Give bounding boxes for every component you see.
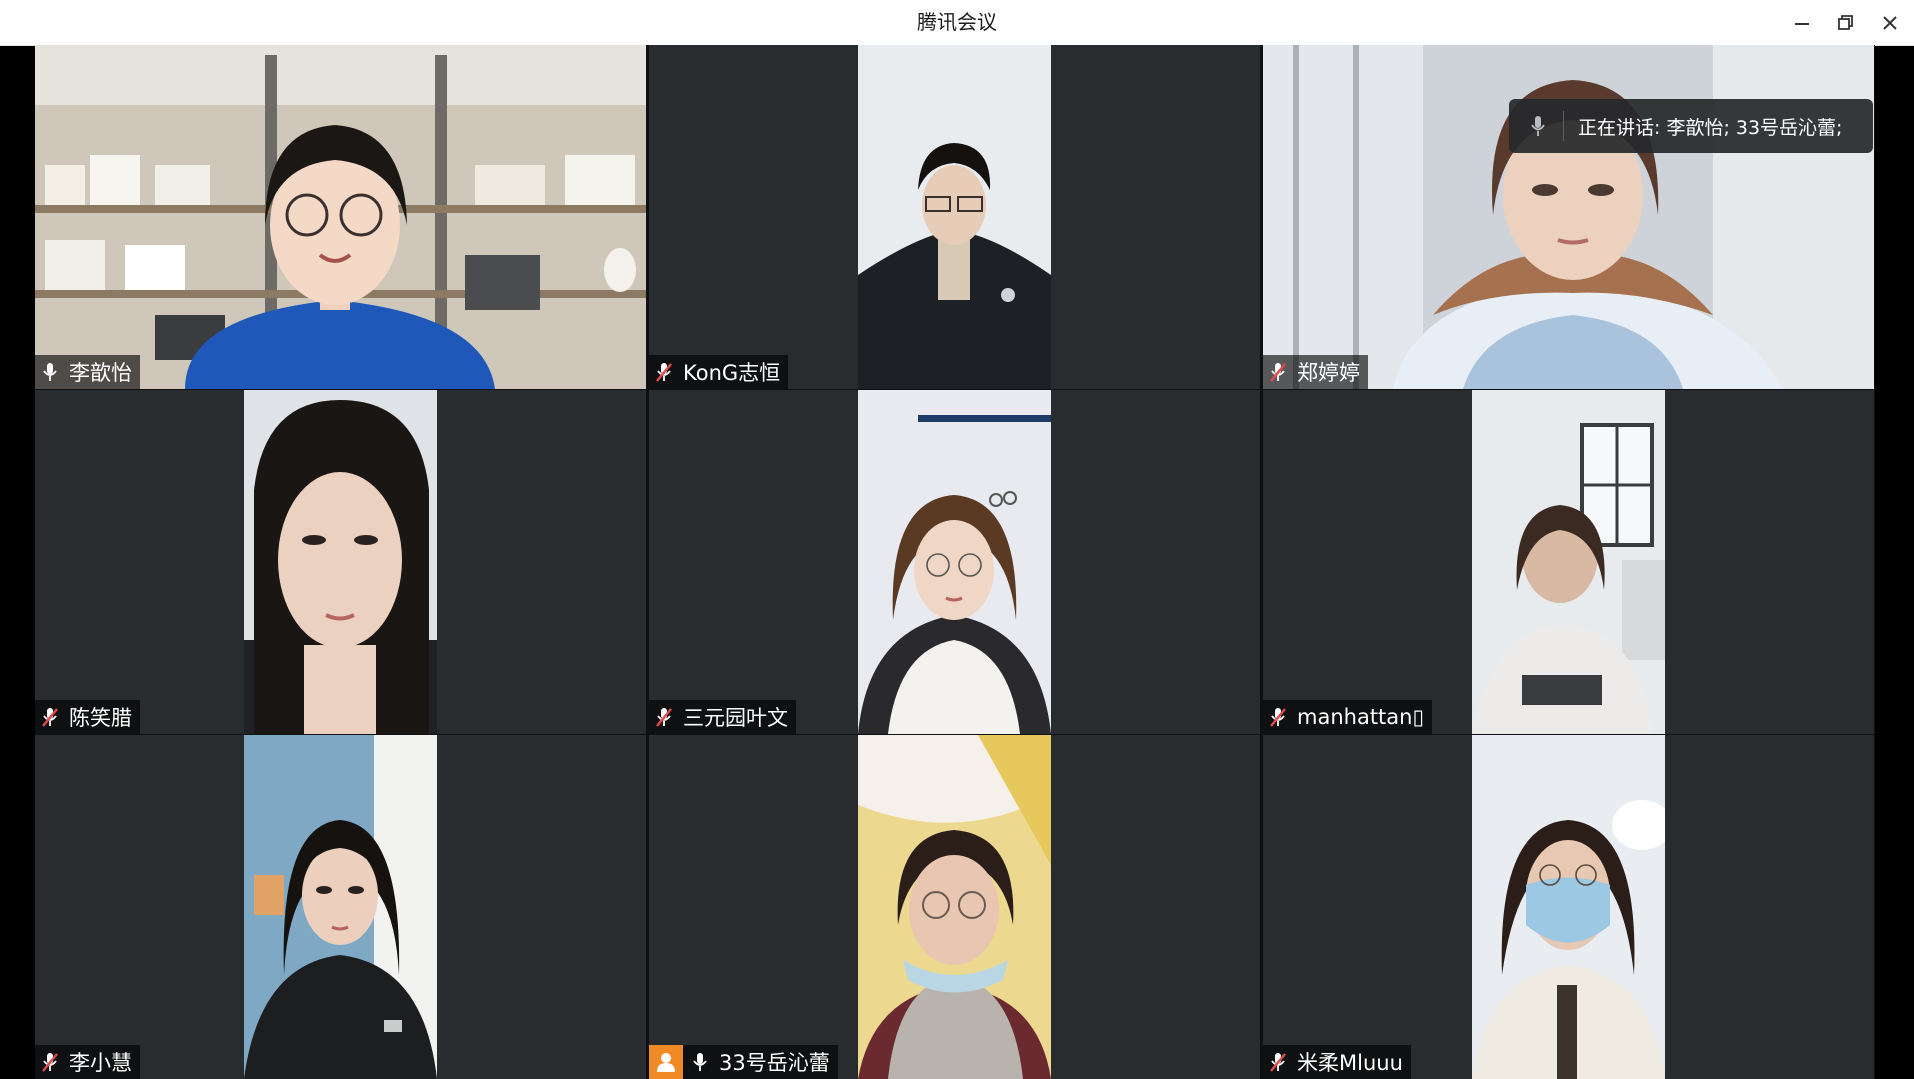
microphone-muted-icon: [655, 705, 677, 729]
participant-name: 陈笑腊: [69, 706, 132, 730]
restore-icon: [1838, 15, 1853, 30]
microphone-icon: [1523, 111, 1553, 141]
participant-tile[interactable]: 郑婷婷: [1263, 45, 1874, 389]
participant-video: [1472, 735, 1665, 1079]
participant-video: [858, 390, 1051, 734]
participant-name-badge: 三元园叶文: [649, 700, 796, 734]
minimize-button[interactable]: [1785, 6, 1819, 40]
speaking-indicator: 正在讲话: 李歆怡; 33号岳沁蕾;: [1509, 99, 1873, 153]
participant-name-badge: 李歆怡: [35, 355, 140, 389]
participant-tile[interactable]: KonG志恒: [649, 45, 1260, 389]
participant-tile[interactable]: 三元园叶文: [649, 390, 1260, 734]
microphone-muted-icon: [41, 705, 63, 729]
participant-name: manhattan▯: [1297, 705, 1425, 729]
participant-tile[interactable]: 李小慧: [35, 735, 646, 1079]
restore-button[interactable]: [1829, 6, 1863, 40]
participant-tile[interactable]: manhattan▯: [1263, 390, 1874, 734]
close-button[interactable]: [1873, 6, 1907, 40]
microphone-muted-icon: [1269, 705, 1291, 729]
participant-name-badge: 郑婷婷: [1263, 355, 1368, 389]
microphone-muted-icon: [1269, 1050, 1291, 1074]
participant-video: [244, 735, 437, 1079]
participant-name-badge: 陈笑腊: [35, 700, 140, 734]
microphone-icon: [691, 1050, 713, 1074]
participant-name-badge: KonG志恒: [649, 355, 789, 389]
participant-video: [35, 45, 646, 389]
divider: [1563, 111, 1564, 141]
minimize-icon: [1795, 23, 1809, 25]
video-grid: 李歆怡 KonG志恒 郑婷婷 陈笑腊 三元园叶文 manhattan▯ 李小慧 …: [35, 45, 1875, 1079]
participant-tile[interactable]: 陈笑腊: [35, 390, 646, 734]
participant-tile[interactable]: 李歆怡: [35, 45, 646, 389]
participant-name-badge: 33号岳沁蕾: [649, 1045, 838, 1079]
participant-tile[interactable]: 米柔Mluuu: [1263, 735, 1874, 1079]
microphone-icon: [41, 360, 63, 384]
participant-name-badge: 米柔Mluuu: [1263, 1045, 1411, 1079]
speaking-text: 正在讲话: 李歆怡; 33号岳沁蕾;: [1578, 116, 1843, 139]
participant-name: 33号岳沁蕾: [719, 1051, 830, 1075]
participant-name: 李歆怡: [69, 361, 132, 385]
title-bar: 腾讯会议: [0, 0, 1914, 46]
participant-name: 李小慧: [69, 1051, 132, 1075]
microphone-muted-icon: [41, 1050, 63, 1074]
participant-name: KonG志恒: [683, 361, 781, 385]
host-user-icon: [649, 1045, 683, 1079]
participant-video: [1472, 390, 1665, 734]
participant-video: [858, 735, 1051, 1079]
participant-video: [858, 45, 1051, 389]
participant-name: 米柔Mluuu: [1297, 1051, 1403, 1075]
participant-name: 三元园叶文: [683, 706, 788, 730]
participant-name: 郑婷婷: [1297, 361, 1360, 385]
participant-video: [244, 390, 437, 734]
close-icon: [1883, 16, 1897, 30]
window-title: 腾讯会议: [917, 10, 997, 34]
participant-name-badge: 李小慧: [35, 1045, 140, 1079]
microphone-muted-icon: [655, 360, 677, 384]
participant-name-badge: manhattan▯: [1263, 700, 1433, 734]
participant-video: [1263, 45, 1874, 389]
participant-tile[interactable]: 33号岳沁蕾: [649, 735, 1260, 1079]
microphone-muted-icon: [1269, 360, 1291, 384]
